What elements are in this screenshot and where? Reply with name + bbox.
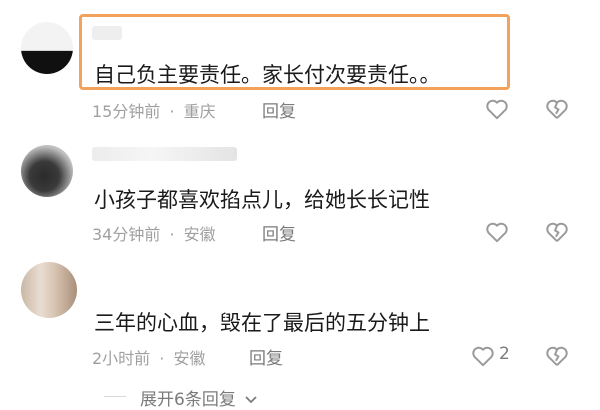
broken-heart-icon[interactable] [544, 343, 570, 369]
expand-replies[interactable]: 展开6条回复 [0, 384, 600, 410]
comment-time: 15分钟前 [92, 102, 161, 121]
reply-button[interactable]: 回复 [262, 220, 296, 245]
divider [104, 396, 126, 397]
broken-heart-icon[interactable] [544, 96, 570, 122]
comment-2: 小孩子都喜欢掐点儿，给她长长记性 34分钟前 · 安徽 回复 [0, 130, 600, 250]
comment-location: 安徽 [183, 225, 216, 244]
avatar[interactable] [21, 145, 73, 197]
avatar[interactable] [21, 262, 77, 318]
avatar[interactable] [21, 22, 73, 74]
comment-time: 2小时前 [92, 349, 151, 368]
meta-separator: · [169, 225, 175, 244]
comment-1: 自己负主要责任。家长付次要责任。。 15分钟前 · 重庆 回复 [0, 0, 600, 130]
expand-replies-label[interactable]: 展开6条回复 [140, 385, 258, 410]
meta-separator: · [169, 102, 175, 121]
broken-heart-icon[interactable] [544, 219, 570, 245]
comment-text: 小孩子都喜欢掐点儿，给她长长记性 [94, 188, 430, 212]
comment-meta: 15分钟前 · 重庆 [92, 98, 216, 122]
comment-meta: 34分钟前 · 安徽 [92, 221, 216, 245]
comment-text: 三年的心血，毁在了最后的五分钟上 [94, 311, 430, 335]
expand-replies-text: 展开6条回复 [140, 390, 236, 410]
meta-separator: · [159, 349, 165, 368]
heart-outline-icon[interactable] [484, 96, 510, 122]
comment-time: 34分钟前 [92, 225, 161, 244]
comment-3: 三年的心血，毁在了最后的五分钟上 2小时前 · 安徽 回复 2 [0, 250, 600, 384]
chevron-down-icon [245, 396, 257, 404]
like-count: 2 [499, 344, 510, 364]
comment-text: 自己负主要责任。家长付次要责任。。 [94, 63, 441, 87]
comment-meta: 2小时前 · 安徽 [92, 345, 205, 369]
comment-location: 安徽 [173, 349, 206, 368]
username-blurred[interactable] [92, 147, 237, 161]
reply-button[interactable]: 回复 [249, 344, 283, 369]
heart-outline-icon[interactable] [484, 219, 510, 245]
comment-location: 重庆 [183, 102, 216, 121]
reply-button[interactable]: 回复 [262, 97, 296, 122]
heart-outline-icon[interactable] [470, 343, 496, 369]
